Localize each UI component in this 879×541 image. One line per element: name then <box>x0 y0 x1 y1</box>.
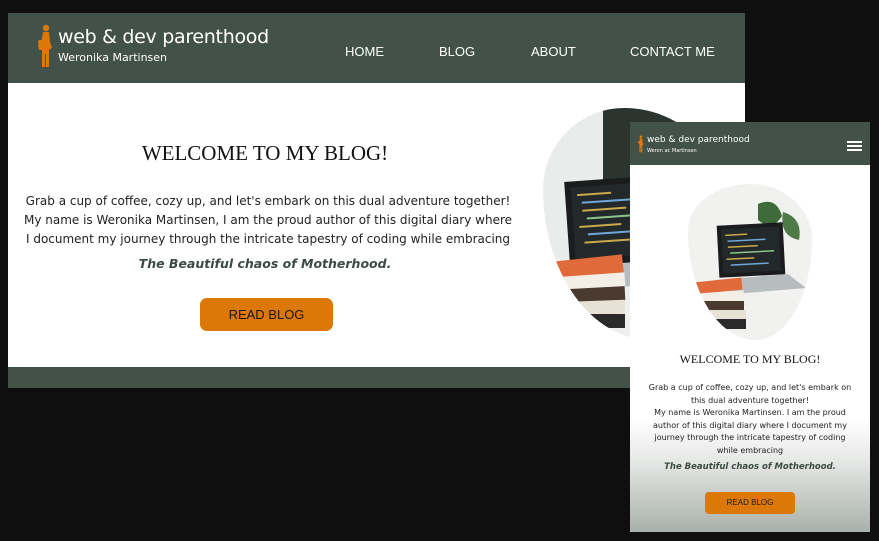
mobile-paragraph-line: Grab a cup of coffee, cozy up, and let's… <box>648 383 852 392</box>
mobile-header: web & dev parenthood Weron ac Martinsen <box>630 122 870 165</box>
mobile-hero-title: WELCOME TO MY BLOG! <box>679 352 821 366</box>
logo-title[interactable]: web & dev parenthood <box>58 26 269 48</box>
hero-paragraph-line: I document my journey through the intric… <box>25 232 511 246</box>
mobile-paragraph-line: journey through the intricate tapestry o… <box>654 433 846 442</box>
logo-subtitle: Weronika Martinsen <box>58 51 168 64</box>
mobile-paragraph-line: this dual adventure together! <box>690 395 810 405</box>
mobile-logo-title[interactable]: web & dev parenthood <box>647 135 750 145</box>
mobile-hero-paragraph: Grab a cup of coffee, cozy up, and let's… <box>630 382 870 457</box>
mobile-paragraph-line: while embracing <box>716 445 784 455</box>
read-blog-button[interactable]: READ BLOG <box>200 298 333 331</box>
hero-quote: The Beautiful chaos of Motherhood. <box>138 256 392 271</box>
mobile-paragraph-line: author of this digital diary where I doc… <box>653 420 847 430</box>
mother-child-figure-icon <box>637 135 644 153</box>
hero-paragraph-line: Grab a cup of coffee, cozy up, and let's… <box>25 194 511 208</box>
mobile-logo-subtitle: Weron ac Martinsen <box>647 148 697 154</box>
mobile-paragraph-line: My name is Weronika Martinsen. I am the … <box>654 408 846 417</box>
hero-paragraph-line: My name is Weronika Martinsen, I am the … <box>23 213 513 227</box>
nav-blog[interactable]: BLOG <box>439 44 475 59</box>
mobile-read-blog-button[interactable]: READ BLOG <box>705 492 795 514</box>
hero-title: WELCOME TO MY BLOG! <box>141 141 389 165</box>
hamburger-menu-icon[interactable] <box>847 141 862 151</box>
mobile-mockup: web & dev parenthood Weron ac Martinsen … <box>630 122 870 532</box>
nav-home[interactable]: HOME <box>345 44 384 59</box>
nav-contact[interactable]: CONTACT ME <box>630 44 715 59</box>
hero-paragraph: Grab a cup of coffee, cozy up, and let's… <box>8 192 528 249</box>
mother-child-figure-icon <box>38 24 52 67</box>
mobile-hero-quote: The Beautiful chaos of Motherhood. <box>664 462 836 472</box>
nav-about[interactable]: ABOUT <box>531 44 576 59</box>
desktop-header: web & dev parenthood Weronika Martinsen … <box>8 13 745 83</box>
laptop-books-photo <box>688 184 812 340</box>
